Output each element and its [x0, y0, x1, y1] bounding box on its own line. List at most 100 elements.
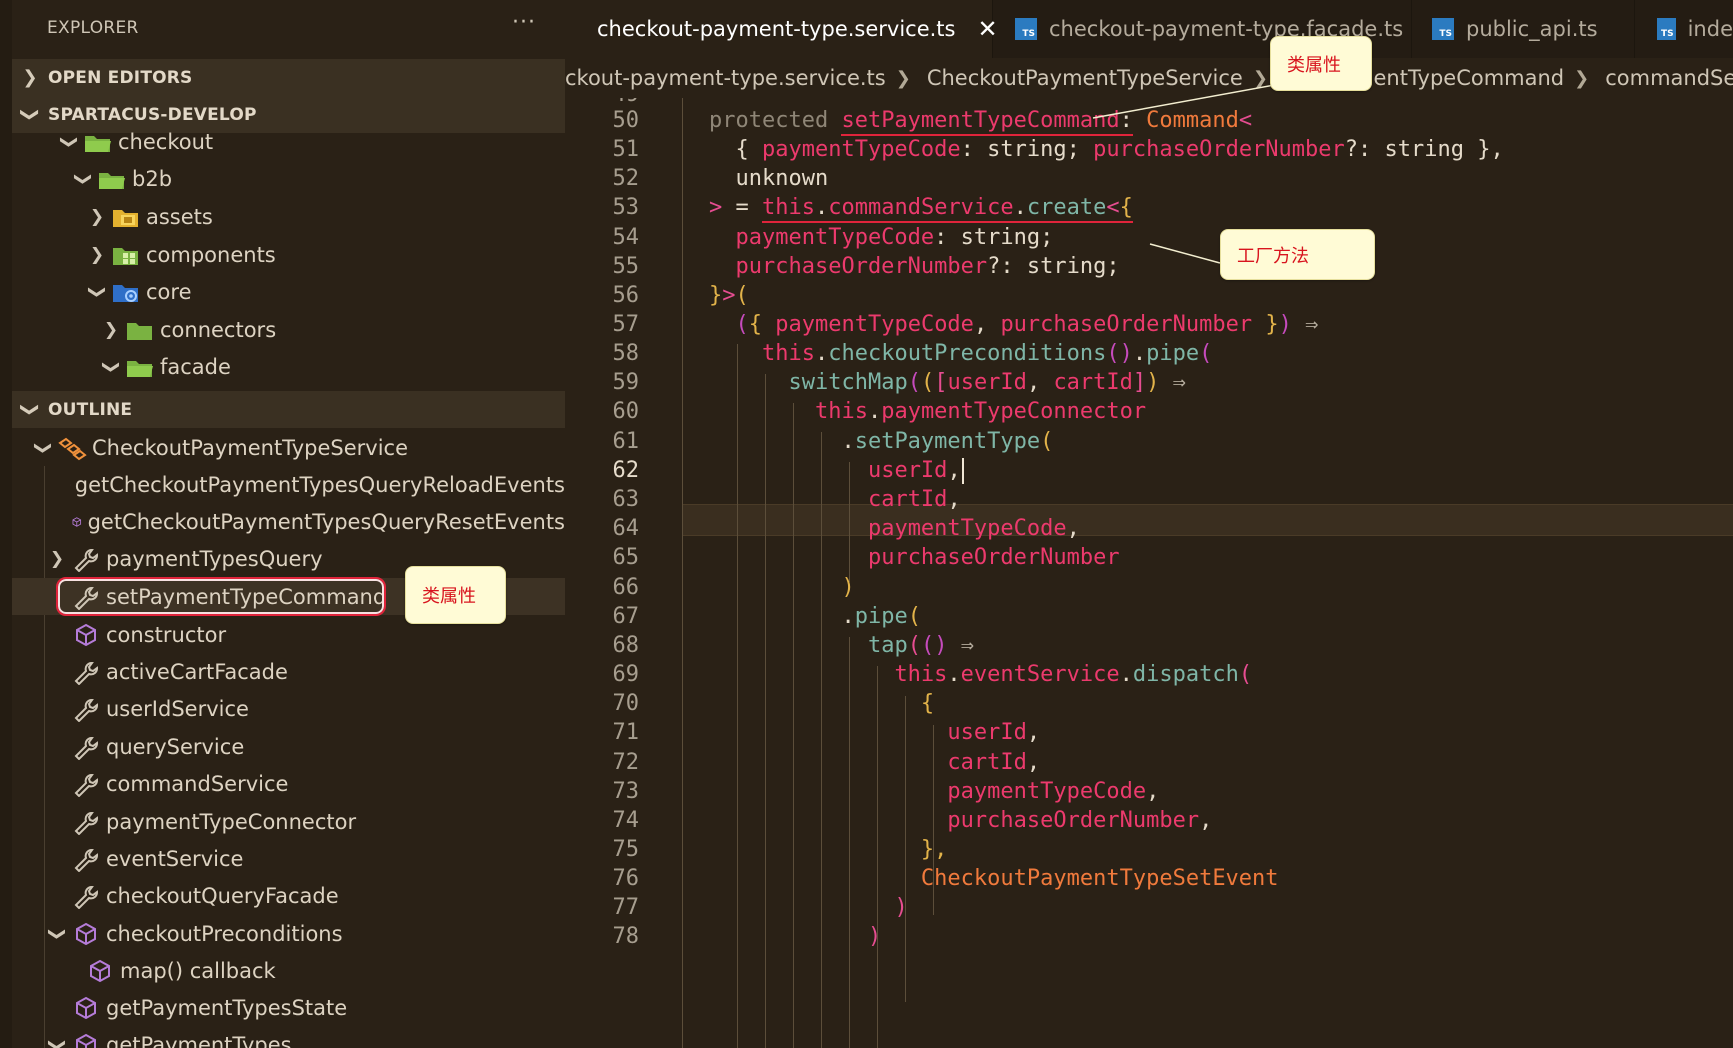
code-line[interactable]: this.paymentTypeConnector [709, 399, 1146, 424]
line-number: 64 [612, 516, 640, 541]
outline-item-property[interactable]: userIdService [12, 690, 565, 727]
code-line[interactable]: tap(() ⇒ [709, 633, 974, 658]
line-number: 60 [612, 399, 640, 424]
highlight-box [56, 577, 386, 616]
tree-item-assets[interactable]: ❯ assets [12, 198, 565, 235]
tree-item-connectors[interactable]: ❯ connectors [12, 311, 565, 348]
breadcrumb-file[interactable]: ckout-payment-type.service.ts [565, 66, 886, 90]
code-token: paymentTypeCode [709, 225, 935, 250]
code-token: { [1119, 195, 1133, 223]
wrench-icon [74, 736, 98, 760]
tree-item-components[interactable]: ❯ components [12, 236, 565, 273]
code-line[interactable]: userId, [709, 458, 964, 484]
outline-section[interactable]: ❯ OUTLINE [12, 391, 565, 428]
outline-item-label: paymentTypesQuery [106, 546, 323, 571]
code-line[interactable]: protected setPaymentTypeCommand: Command… [709, 108, 1252, 136]
code-line[interactable]: .setPaymentType( [709, 429, 1053, 454]
code-line[interactable]: ) [709, 895, 907, 920]
code-line[interactable]: ({ paymentTypeCode, purchaseOrderNumber … [709, 312, 1319, 337]
code-line[interactable]: paymentTypeCode, [709, 779, 1159, 804]
code-token: , [1199, 808, 1213, 833]
code-token: purchaseOrderNumber [1000, 312, 1253, 337]
code-line[interactable]: }, [709, 837, 948, 862]
tree-item-checkout[interactable]: ❯ checkout [12, 123, 565, 160]
code-token: }, [920, 837, 948, 862]
outline-item-property[interactable]: paymentTypeConnector [12, 803, 565, 840]
breadcrumb-member[interactable]: commandServic [1605, 66, 1733, 90]
tree-item-label: components [146, 242, 276, 267]
code-line[interactable]: userId, [709, 720, 1040, 745]
code-line[interactable]: > = this.commandService.create<{ [709, 195, 1133, 223]
code-line[interactable]: .pipe( [709, 604, 921, 629]
open-editors-section[interactable]: ❯ OPEN EDITORS [12, 59, 565, 96]
assets-folder-icon [113, 209, 138, 227]
code-line[interactable]: cartId, [709, 750, 1040, 775]
outline-item-method[interactable]: map() callback [12, 952, 565, 989]
outline-item-class[interactable]: ❯ CheckoutPaymentTypeService [12, 429, 565, 466]
outline-item-label: checkoutQueryFacade [106, 883, 339, 908]
outline-item-method[interactable]: ❯ getPaymentTypes [12, 1026, 565, 1048]
tab-service[interactable]: checkout-payment-type.service.ts ✕ [565, 0, 998, 58]
tab-label: inde [1687, 17, 1733, 41]
line-number: 55 [612, 254, 640, 279]
outline-item-property[interactable]: checkoutQueryFacade [12, 877, 565, 914]
code-line[interactable]: unknown [709, 166, 828, 191]
tree-item-facade[interactable]: ❯ facade [12, 348, 565, 385]
code-token: paymentTypeConnector [881, 399, 1147, 424]
outline-item-method[interactable]: getCheckoutPaymentTypesQueryReloadEvents [12, 466, 565, 503]
code-token: dispatch [1132, 662, 1239, 687]
outline-item-property[interactable]: queryService [12, 728, 565, 765]
method-icon [76, 996, 96, 1019]
tree-item-b2b[interactable]: ❯ b2b [12, 160, 565, 197]
outline-item-property[interactable]: activeCartFacade [12, 653, 565, 690]
code-line[interactable]: this.checkoutPreconditions().pipe( [709, 341, 1212, 366]
tree-item-label: assets [146, 204, 213, 229]
code-line[interactable]: paymentTypeCode, [709, 516, 1080, 541]
code-token: . [1013, 195, 1027, 223]
code-line[interactable]: purchaseOrderNumber, [709, 808, 1212, 833]
code-editor[interactable]: 49 50 51 52 53 54 55 56 57 58 59 60 61 6… [565, 98, 1733, 1048]
code-line[interactable]: { [709, 691, 934, 716]
code-token: . [1132, 341, 1147, 366]
code-line[interactable]: ) [709, 575, 855, 600]
tab-public-api[interactable]: TS public_api.ts [1412, 0, 1635, 58]
code-line[interactable]: cartId, [709, 487, 961, 512]
outline-item-method[interactable]: ❯ checkoutPreconditions [12, 915, 565, 952]
outline-item-method[interactable]: getCheckoutPaymentTypesQueryResetEvents [12, 503, 565, 540]
code-line[interactable]: purchaseOrderNumber [709, 545, 1120, 570]
code-line[interactable]: CheckoutPaymentTypeSetEvent [709, 866, 1279, 891]
code-line[interactable]: this.eventService.dispatch( [709, 662, 1252, 687]
chevron-down-icon: ❯ [33, 440, 53, 455]
breadcrumb-class[interactable]: CheckoutPaymentTypeService [927, 66, 1243, 90]
outline-item-label: CheckoutPaymentTypeService [92, 435, 409, 460]
line-number: 72 [612, 750, 640, 775]
code-token: userId [947, 720, 1027, 745]
code-token: create [1026, 195, 1107, 223]
class-icon [58, 437, 87, 460]
code-token: ) [867, 924, 882, 949]
outline-item-property[interactable]: commandService [12, 765, 565, 802]
code-line[interactable]: switchMap(([userId, cartId]) ⇒ [709, 370, 1185, 395]
tree-item-core[interactable]: ❯ core [12, 273, 565, 310]
code-line[interactable]: { paymentTypeCode: string; purchaseOrder… [709, 137, 1503, 162]
code-token: ?: string; [987, 254, 1120, 279]
code-token: , [947, 487, 961, 512]
code-line[interactable]: purchaseOrderNumber?: string; [709, 254, 1120, 279]
code-line[interactable]: paymentTypeCode: string; [709, 225, 1053, 250]
outline-item-property[interactable]: eventService [12, 840, 565, 877]
code-token: > [722, 283, 736, 308]
code-line[interactable]: }>( [709, 283, 749, 308]
code-line[interactable]: ) [709, 924, 881, 949]
code-token: = [735, 195, 762, 220]
code-token: ( [735, 312, 749, 337]
tab-index[interactable]: TS inde [1635, 0, 1733, 58]
outline-item-method[interactable]: getPaymentTypesState [12, 989, 565, 1026]
method-icon [90, 959, 110, 982]
outline-item-label: userIdService [106, 696, 249, 721]
code-token: () [920, 633, 948, 658]
more-actions-icon[interactable]: ··· [512, 10, 536, 35]
code-token: ) [841, 575, 855, 600]
